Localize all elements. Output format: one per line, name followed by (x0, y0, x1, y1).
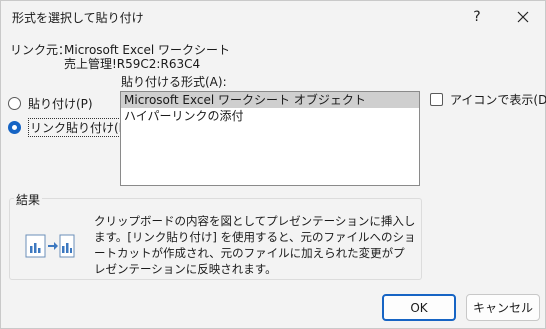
paste-radio[interactable] (8, 97, 21, 110)
result-description: クリップボードの内容を図としてプレゼンテーションに挿入します。[リンク貼り付け]… (94, 214, 416, 276)
close-icon (517, 11, 529, 22)
cancel-button[interactable]: キャンセル (466, 294, 540, 321)
format-listbox[interactable]: Microsoft Excel ワークシート オブジェクト ハイパーリンクの添付 (120, 91, 420, 186)
link-source-label: リンク元： (10, 43, 71, 57)
paste-radio-label: 貼り付け(P) (28, 97, 93, 111)
display-as-icon-label: アイコンで表示(D) (450, 93, 546, 107)
help-button[interactable]: ? (454, 1, 500, 32)
display-as-icon-checkbox[interactable] (430, 93, 443, 106)
result-title: 結果 (14, 191, 43, 208)
list-item[interactable]: Microsoft Excel ワークシート オブジェクト (121, 92, 419, 108)
format-label: 貼り付ける形式(A): (121, 75, 227, 89)
link-paste-radio-label: リンク貼り付け(I) (28, 118, 129, 137)
help-icon: ? (473, 8, 481, 25)
link-paste-radio-option[interactable]: リンク貼り付け(I) (8, 118, 129, 137)
display-as-icon-option[interactable]: アイコンで表示(D) (430, 91, 546, 108)
link-source-range: 売上管理!R59C2:R63C4 (64, 57, 201, 71)
dialog-title: 形式を選択して貼り付け (12, 11, 144, 25)
list-item[interactable]: ハイパーリンクの添付 (121, 108, 419, 124)
close-button[interactable] (500, 1, 546, 32)
title-bar: 形式を選択して貼り付け ? (1, 1, 545, 32)
paste-radio-option[interactable]: 貼り付け(P) (8, 95, 93, 112)
paste-special-dialog: 形式を選択して貼り付け ? リンク元： Microsoft Excel ワークシ… (0, 0, 546, 329)
link-paste-radio[interactable] (8, 121, 21, 134)
paste-link-icon (25, 234, 75, 258)
ok-button[interactable]: OK (382, 294, 456, 321)
